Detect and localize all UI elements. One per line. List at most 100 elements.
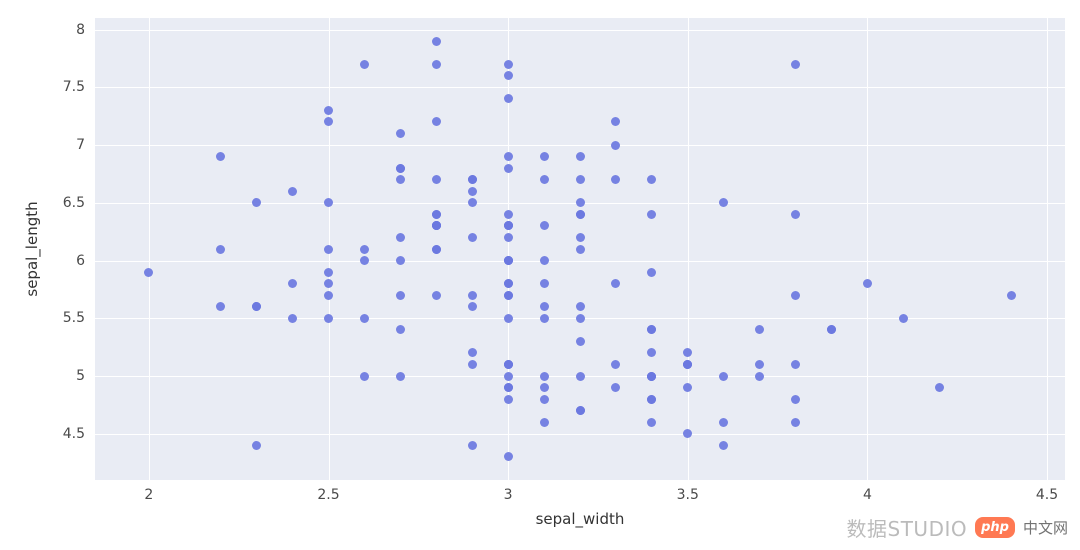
data-point — [324, 117, 333, 126]
data-point — [396, 372, 405, 381]
data-point — [576, 406, 585, 415]
data-point — [611, 360, 620, 369]
data-point — [324, 198, 333, 207]
y-tick: 7.5 — [63, 80, 85, 94]
data-point — [540, 256, 549, 265]
data-point — [719, 418, 728, 427]
y-tick: 6.5 — [63, 196, 85, 210]
data-point — [576, 337, 585, 346]
data-point — [396, 291, 405, 300]
data-point — [468, 302, 477, 311]
data-point — [324, 106, 333, 115]
data-point — [647, 175, 656, 184]
data-point — [899, 314, 908, 323]
watermark-studio: 数据STUDIO — [847, 513, 968, 542]
data-point — [396, 164, 405, 173]
data-point — [396, 256, 405, 265]
data-point — [540, 221, 549, 230]
data-point — [719, 198, 728, 207]
data-point — [504, 291, 513, 300]
data-point — [252, 198, 261, 207]
data-point — [540, 175, 549, 184]
x-tick: 3 — [504, 488, 513, 502]
data-point — [144, 268, 153, 277]
data-point — [576, 198, 585, 207]
data-point — [432, 37, 441, 46]
data-point — [791, 418, 800, 427]
data-point — [755, 360, 764, 369]
data-point — [216, 245, 225, 254]
data-point — [504, 164, 513, 173]
data-point — [360, 245, 369, 254]
data-point — [647, 395, 656, 404]
watermark-cn: 中文网 — [1023, 517, 1068, 538]
data-point — [540, 383, 549, 392]
data-point — [468, 291, 477, 300]
data-point — [360, 372, 369, 381]
data-point — [504, 395, 513, 404]
data-point — [324, 314, 333, 323]
data-point — [540, 152, 549, 161]
data-point — [935, 383, 944, 392]
data-point — [468, 175, 477, 184]
data-point — [504, 360, 513, 369]
x-axis-label: sepal_width — [536, 510, 625, 528]
data-point — [540, 314, 549, 323]
data-point — [432, 117, 441, 126]
data-point — [396, 325, 405, 334]
data-point — [719, 441, 728, 450]
data-point — [611, 117, 620, 126]
data-point — [540, 395, 549, 404]
data-point — [504, 372, 513, 381]
data-point — [863, 279, 872, 288]
y-axis-label: sepal_length — [23, 201, 41, 296]
data-point — [576, 372, 585, 381]
data-point — [432, 245, 441, 254]
data-point — [611, 279, 620, 288]
data-point — [360, 60, 369, 69]
data-point — [216, 152, 225, 161]
data-point — [216, 302, 225, 311]
y-tick: 7 — [76, 138, 85, 152]
data-point — [504, 256, 513, 265]
data-point — [791, 395, 800, 404]
data-point — [288, 279, 297, 288]
data-point — [611, 141, 620, 150]
data-point — [576, 210, 585, 219]
y-tick: 4.5 — [63, 427, 85, 441]
x-tick: 2.5 — [317, 488, 339, 502]
data-point — [360, 314, 369, 323]
x-tick: 2 — [144, 488, 153, 502]
data-point — [252, 441, 261, 450]
data-point — [719, 372, 728, 381]
data-point — [791, 210, 800, 219]
data-point — [576, 152, 585, 161]
data-point — [504, 279, 513, 288]
data-point — [683, 429, 692, 438]
data-point — [791, 60, 800, 69]
data-point — [432, 60, 441, 69]
data-point — [468, 187, 477, 196]
data-point — [288, 314, 297, 323]
data-point — [396, 175, 405, 184]
data-point — [647, 348, 656, 357]
data-point — [324, 245, 333, 254]
data-point — [540, 372, 549, 381]
y-tick: 6 — [76, 254, 85, 268]
data-point — [1007, 291, 1016, 300]
data-point — [791, 360, 800, 369]
data-point — [647, 418, 656, 427]
data-point — [288, 187, 297, 196]
data-point — [755, 372, 764, 381]
data-point — [252, 302, 261, 311]
data-point — [360, 256, 369, 265]
data-point — [755, 325, 764, 334]
data-point — [540, 418, 549, 427]
data-point — [540, 302, 549, 311]
data-point — [432, 210, 441, 219]
data-point — [683, 360, 692, 369]
y-tick: 5 — [76, 369, 85, 383]
data-point — [324, 268, 333, 277]
data-point — [504, 152, 513, 161]
data-point — [468, 348, 477, 357]
